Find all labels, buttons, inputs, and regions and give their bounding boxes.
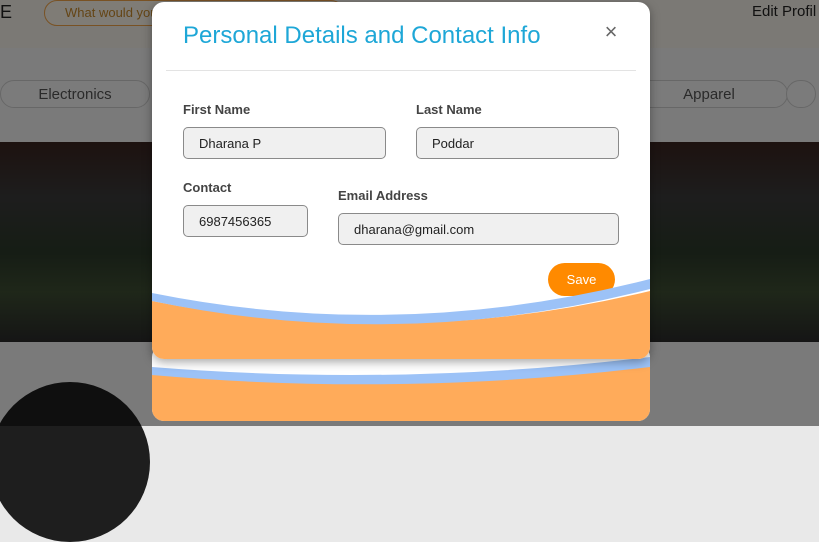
first-name-label: First Name [183, 102, 251, 117]
title-divider [166, 70, 636, 71]
email-field[interactable] [338, 213, 619, 245]
email-label: Email Address [338, 188, 428, 203]
first-name-field[interactable] [183, 127, 386, 159]
personal-details-modal: Personal Details and Contact Info × Firs… [152, 2, 650, 359]
close-icon[interactable]: × [600, 20, 622, 44]
modal-title: Personal Details and Contact Info [183, 22, 541, 49]
wave-decoration [152, 279, 650, 359]
last-name-label: Last Name [416, 102, 482, 117]
contact-field[interactable] [183, 205, 308, 237]
contact-label: Contact [183, 180, 232, 195]
last-name-field[interactable] [416, 127, 619, 159]
